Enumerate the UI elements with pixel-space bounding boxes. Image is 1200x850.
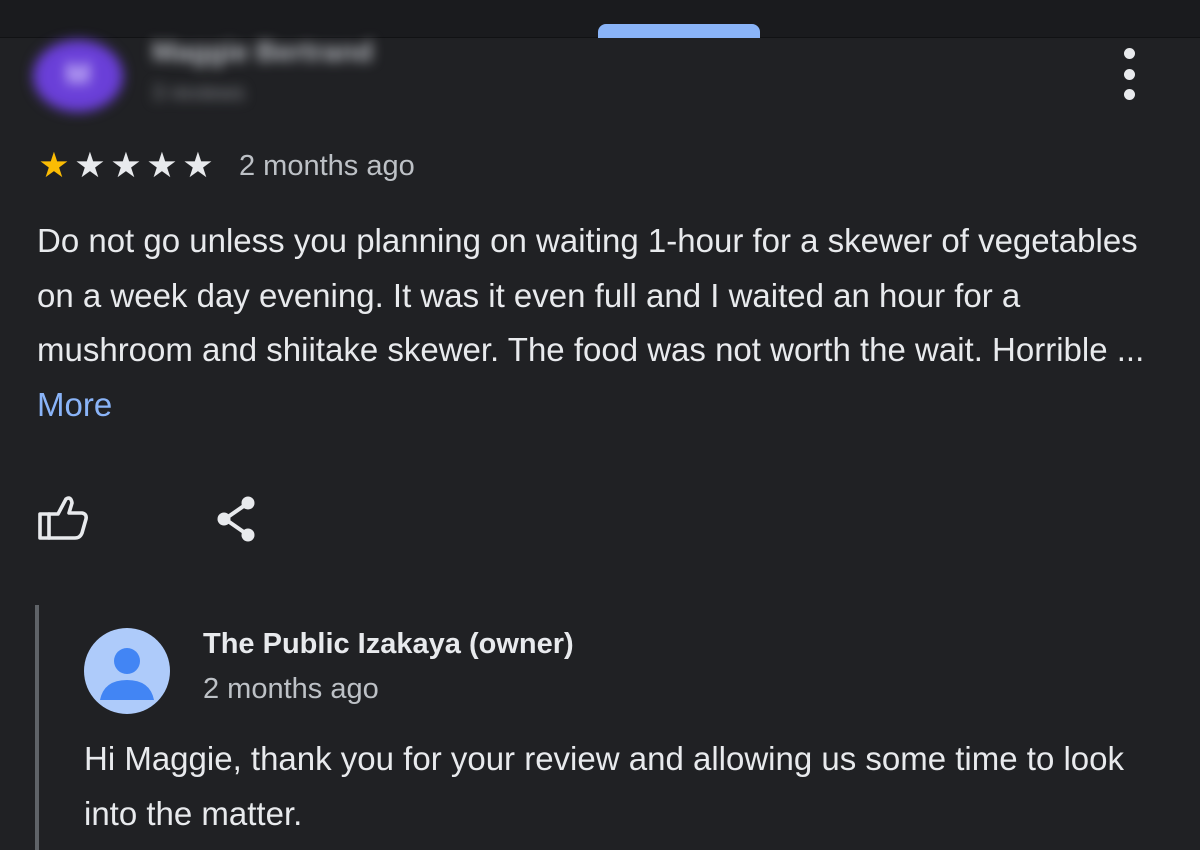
reviewer-name[interactable]: Maggie Bertrand xyxy=(152,36,373,68)
owner-name: The Public Izakaya (owner) xyxy=(203,628,574,660)
owner-response-date: 2 months ago xyxy=(203,673,379,705)
star-icon: ★ xyxy=(74,146,106,185)
star-icon: ★ xyxy=(146,146,178,185)
star-rating: ★ ★ ★ ★ ★ xyxy=(36,146,216,186)
person-icon[interactable] xyxy=(84,628,170,714)
owner-response-text: Hi Maggie, thank you for your review and… xyxy=(84,740,1124,832)
more-link[interactable]: More xyxy=(37,386,112,423)
review-text: Do not go unless you planning on waiting… xyxy=(37,222,1138,368)
thumb-up-icon[interactable] xyxy=(36,493,90,543)
star-icon: ★ xyxy=(110,146,142,185)
reply-thread-line xyxy=(35,605,39,850)
sheet-drag-handle[interactable] xyxy=(598,24,760,38)
star-icon: ★ xyxy=(38,146,70,185)
review-date: 2 months ago xyxy=(239,149,415,182)
more-vert-icon[interactable] xyxy=(1114,48,1144,100)
reviewer-avatar-initial: M xyxy=(65,58,91,91)
reviewer-avatar[interactable]: M xyxy=(33,40,123,112)
review-ellipsis: ... xyxy=(1107,331,1145,368)
review-text-block: Do not go unless you planning on waiting… xyxy=(37,214,1167,432)
reviewer-review-count: 3 reviews xyxy=(152,80,245,105)
star-icon: ★ xyxy=(182,146,214,185)
share-icon[interactable] xyxy=(212,493,260,545)
rating-row: ★ ★ ★ ★ ★ 2 months ago xyxy=(36,146,415,186)
